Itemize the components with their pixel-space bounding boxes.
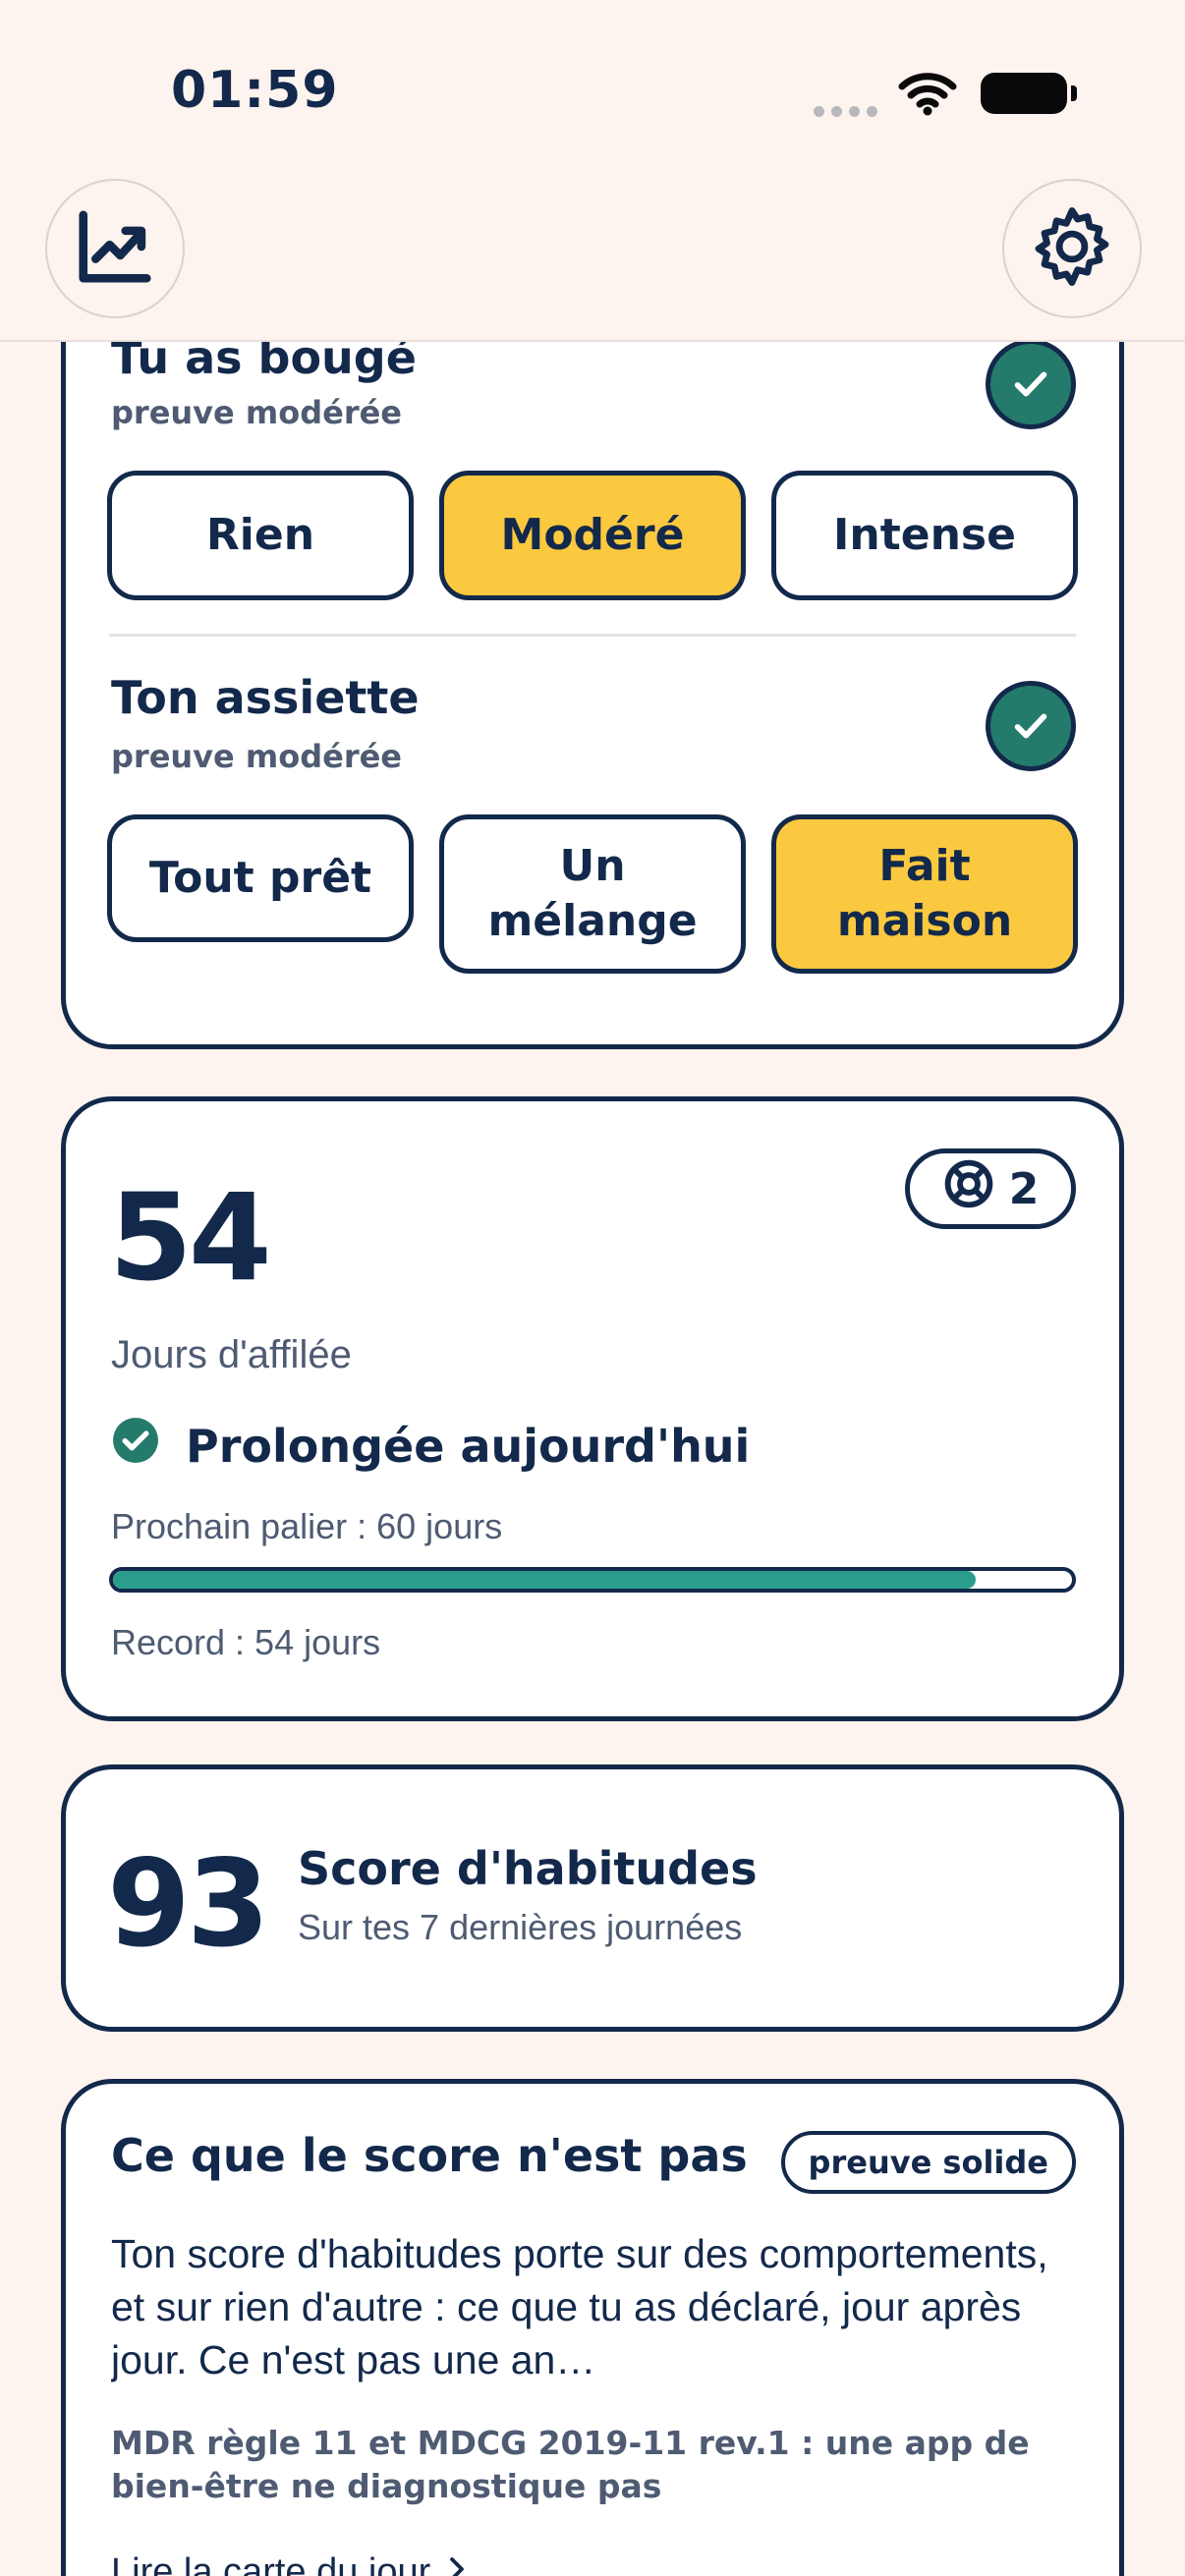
status-time: 01:59 [171, 61, 339, 120]
stats-button[interactable] [45, 179, 185, 318]
score-value: 93 [107, 1834, 270, 1974]
record-label: Record : 54 jours [111, 1622, 381, 1662]
option-modere-button[interactable]: Modéré [439, 471, 746, 600]
next-tier-label: Prochain palier : 60 jours [111, 1506, 503, 1546]
settings-button[interactable] [1002, 179, 1142, 318]
info-card: Ce que le score n'est pas preuve solide … [61, 2079, 1124, 2576]
progress-fill [113, 1571, 977, 1589]
extended-row: Prolongée aujourd'hui [111, 1416, 750, 1476]
read-card-link[interactable]: Lire la carte du jour [111, 2551, 472, 2576]
option-tout-pret-button[interactable]: Tout prêt [107, 814, 414, 942]
check-icon [986, 339, 1076, 429]
habit-proof-label: preuve modérée [111, 394, 402, 431]
habit-title: Ton assiette [111, 671, 420, 724]
streak-label: Jours d'affilée [111, 1333, 352, 1376]
score-card[interactable]: 93 Score d'habitudes Sur tes 7 dernières… [61, 1764, 1124, 2032]
read-card-link-label: Lire la carte du jour [111, 2551, 431, 2576]
rescue-badge[interactable]: 2 [905, 1148, 1076, 1229]
gear-icon [1030, 204, 1114, 293]
option-fait-maison-button[interactable]: Fait maison [771, 814, 1078, 974]
info-reference: MDR règle 11 et MDCG 2019-11 rev.1 : une… [111, 2424, 1030, 2505]
check-circle-icon [111, 1416, 160, 1476]
chart-trend-icon [73, 204, 157, 293]
option-intense-button[interactable]: Intense [771, 471, 1078, 600]
option-melange-button[interactable]: Un mélange [439, 814, 746, 974]
proof-badge: preuve solide [780, 2131, 1076, 2194]
wifi-icon [898, 71, 957, 116]
streak-days-value: 54 [109, 1168, 272, 1308]
info-body-text: Ton score d'habitudes porte sur des comp… [111, 2231, 1048, 2382]
score-title: Score d'habitudes [298, 1842, 758, 1895]
app-header: 01:59 [0, 0, 1185, 342]
divider [109, 634, 1076, 637]
rescue-count: 2 [1008, 1163, 1040, 1214]
info-title: Ce que le score n'est pas [111, 2129, 748, 2182]
habit-proof-label: preuve modérée [111, 738, 402, 775]
extended-label: Prolongée aujourd'hui [186, 1419, 751, 1473]
streak-progress-bar [109, 1567, 1076, 1593]
check-icon [986, 681, 1076, 771]
streak-card: 54 2 Jours d'affilée Prolongée aujourd'h… [61, 1096, 1124, 1721]
info-body: Ton score d'habitudes porte sur des comp… [111, 2227, 1084, 2386]
lifebuoy-icon [942, 1157, 995, 1221]
signal-dots-icon [814, 106, 878, 118]
battery-icon [981, 73, 1077, 114]
chevron-right-icon [442, 2551, 472, 2576]
option-rien-button[interactable]: Rien [107, 471, 414, 600]
score-subtitle: Sur tes 7 dernières journées [298, 1907, 743, 1947]
